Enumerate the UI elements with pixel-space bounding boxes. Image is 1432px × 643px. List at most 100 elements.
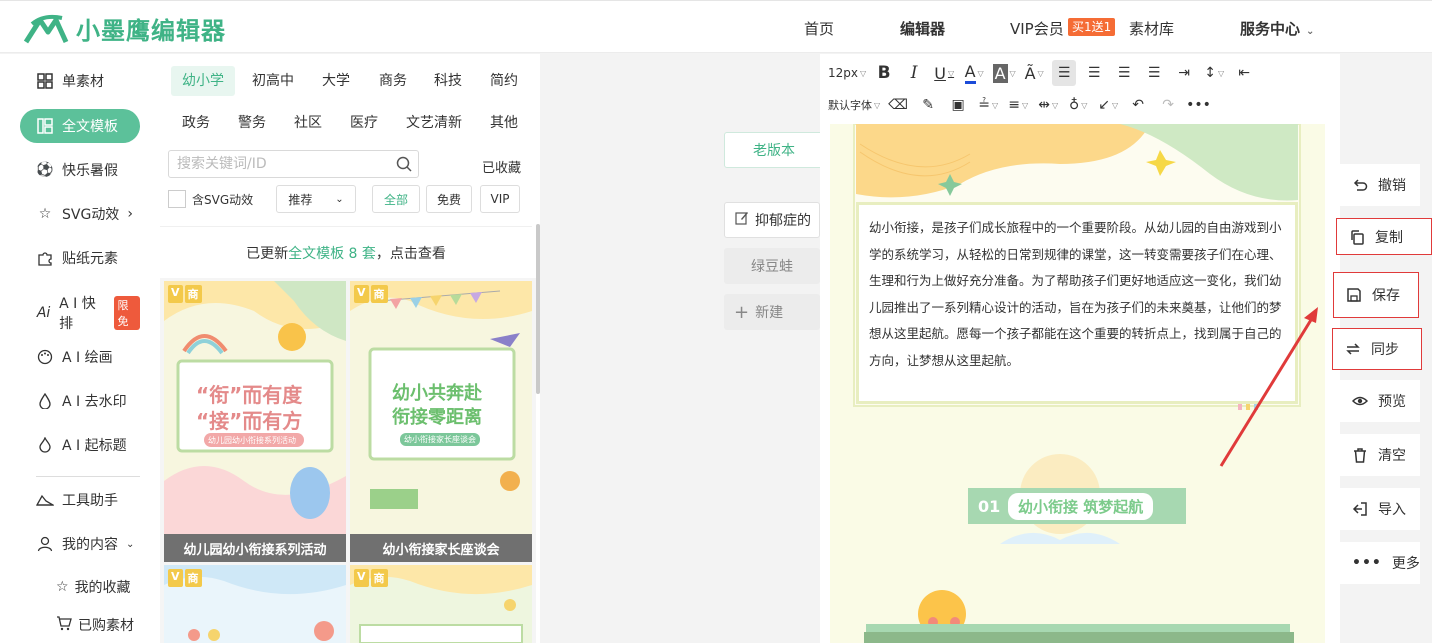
tab-police[interactable]: 警务 <box>227 108 277 138</box>
sort-select[interactable]: 推荐 ⌄ <box>276 185 356 213</box>
align-right-icon[interactable]: ☰ <box>1112 60 1136 86</box>
sidebar-item-mycontent[interactable]: 我的内容 ⌄ <box>20 527 140 561</box>
panel-scrollbar[interactable] <box>536 224 540 394</box>
update-notice[interactable]: 已更新 全文模板 8 套 ，点击查看 <box>160 226 532 278</box>
sidebar-item-sticker[interactable]: 贴纸元素 <box>20 241 140 275</box>
nav-materials[interactable]: 素材库 <box>1129 18 1174 39</box>
bold-icon[interactable]: B <box>872 60 896 86</box>
old-version-button[interactable]: 老版本 <box>724 132 824 168</box>
tab-highschool[interactable]: 初高中 <box>241 66 305 96</box>
nav-service[interactable]: 服务中心 ⌄ <box>1240 18 1314 39</box>
checkbox[interactable] <box>168 190 186 208</box>
undo-action[interactable]: 撤销 <box>1340 164 1420 206</box>
more-action[interactable]: ••• 更多 <box>1340 542 1420 584</box>
undo-icon[interactable]: ↶ <box>1126 92 1150 118</box>
sidebar-item-fulltemplate[interactable]: 全文模板 <box>20 109 140 143</box>
sidebar-item-label: 工具助手 <box>62 493 118 509</box>
italic-icon[interactable]: I <box>902 60 926 86</box>
format-brush-icon[interactable]: ✎ <box>916 92 940 118</box>
align-left-icon[interactable]: ☰ <box>1052 60 1077 86</box>
tab-simple[interactable]: 简约 <box>479 66 529 96</box>
tab-kindergarten[interactable]: 幼小学 <box>171 66 235 96</box>
align-center-icon[interactable]: ☰ <box>1082 60 1106 86</box>
nav-vip[interactable]: VIP会员 <box>1010 18 1064 39</box>
sidebar-subitem-favorites[interactable]: ☆ 我的收藏 <box>56 577 131 597</box>
align-justify-icon[interactable]: ☰ <box>1142 60 1166 86</box>
more-icon[interactable]: ••• <box>1186 92 1211 118</box>
sidebar-item-ai-title[interactable]: A I 起标题 <box>20 428 140 462</box>
body-text-block[interactable]: 幼小衔接，是孩子们成长旅程中的一个重要阶段。从幼儿园的自由游戏到小学的系统学习，… <box>856 202 1298 404</box>
underline-icon[interactable]: U ▽ <box>932 60 956 86</box>
filter-all[interactable]: 全部 <box>372 185 420 213</box>
image-icon[interactable]: ▣ <box>946 92 970 118</box>
spacing-icon[interactable]: ≟ ▽ <box>976 92 1000 118</box>
trash-icon <box>1354 448 1366 463</box>
template-card[interactable]: “衔”而有度 “接”而有方 幼儿园幼小衔接系列活动 V商 幼儿园幼小衔接系列活动 <box>164 281 346 562</box>
tab-community[interactable]: 社区 <box>283 108 333 138</box>
sidebar-item-tools[interactable]: 工具助手 <box>20 483 140 517</box>
doc-item[interactable]: 抑郁症的 <box>724 202 820 238</box>
template-card[interactable]: V商 <box>350 565 532 643</box>
search-icon[interactable] <box>396 156 412 172</box>
preview-action[interactable]: 预览 <box>1340 380 1420 422</box>
template-card[interactable]: 幼小共奔赴 衔接零距离 幼小衔接家长座谈会 V商 幼小衔接家长座谈会 <box>350 281 532 562</box>
text-effect-icon[interactable]: Ã ▽ <box>1022 60 1046 86</box>
sidebar-item-single[interactable]: 单素材 <box>20 64 140 98</box>
paragraph-spacing-icon[interactable]: ≡ ▽ <box>1006 92 1030 118</box>
nav-home[interactable]: 首页 <box>804 18 834 39</box>
tab-literary[interactable]: 文艺清新 <box>395 108 473 138</box>
indent-spacing-icon[interactable]: ⇹ ▽ <box>1036 92 1060 118</box>
filter-vip[interactable]: VIP <box>480 185 520 213</box>
tab-other[interactable]: 其他 <box>479 108 529 138</box>
exit-icon[interactable]: ⇤ <box>1232 60 1256 86</box>
logo[interactable]: 小墨鹰编辑器 <box>22 11 226 46</box>
chevron-down-icon: ⌄ <box>126 538 135 550</box>
save-action[interactable]: 保存 <box>1333 272 1419 318</box>
svg-filter-checkbox[interactable]: 含SVG动效 <box>168 190 253 208</box>
font-color-icon[interactable]: A ▽ <box>962 60 986 86</box>
line-height-icon[interactable]: ↕ ▽ <box>1202 60 1226 86</box>
template-card[interactable]: V商 <box>164 565 346 643</box>
search-input[interactable] <box>168 150 419 178</box>
indent-icon[interactable]: ⇥ <box>1172 60 1196 86</box>
sidebar-item-label: 贴纸元素 <box>62 251 118 267</box>
sidebar-item-svg[interactable]: ☆ SVG动效 › <box>20 197 140 231</box>
editor-canvas[interactable]: 幼小衔接，是孩子们成长旅程中的一个重要阶段。从幼儿园的自由游戏到小学的系统学习，… <box>830 124 1325 643</box>
eraser-icon[interactable]: ⌫ <box>886 92 910 118</box>
import-action[interactable]: 导入 <box>1340 488 1420 530</box>
redo-icon[interactable]: ↷ <box>1156 92 1180 118</box>
chevron-down-icon: ⌄ <box>1306 26 1315 37</box>
copy-action[interactable]: 复制 <box>1336 218 1432 255</box>
collected-link[interactable]: 已收藏 <box>482 157 521 176</box>
sidebar-item-ai-layout[interactable]: Ai A I 快排 限免 <box>20 296 140 332</box>
left-sidebar: 单素材 全文模板 ⚽ 快乐暑假 ☆ SVG动效 › 贴纸元素 Ai A I 快排… <box>0 54 160 643</box>
commercial-badge: V商 <box>168 569 202 587</box>
font-family-select[interactable]: 默认字体 ▽ <box>828 92 880 118</box>
font-size-select[interactable]: 12px ▽ <box>828 60 866 86</box>
nav-editor[interactable]: 编辑器 <box>900 18 945 39</box>
eagle-logo-icon <box>23 14 69 43</box>
arrow-icon[interactable]: ↙ ▽ <box>1096 92 1120 118</box>
vip-promo-badge: 买1送1 <box>1068 18 1116 36</box>
tab-business[interactable]: 商务 <box>368 66 418 96</box>
highlight-icon[interactable]: A ▽ <box>992 60 1016 86</box>
free-badge: 限免 <box>113 296 140 330</box>
bulb-icon[interactable]: ♁ ▽ <box>1066 92 1090 118</box>
tab-government[interactable]: 政务 <box>171 108 221 138</box>
sync-action[interactable]: 同步 <box>1332 328 1422 370</box>
sidebar-subitem-purchased[interactable]: 已购素材 <box>56 615 134 635</box>
cart-icon <box>56 615 72 635</box>
tab-tech[interactable]: 科技 <box>423 66 473 96</box>
doc-item[interactable]: 绿豆蛙 <box>724 248 820 284</box>
tab-university[interactable]: 大学 <box>311 66 361 96</box>
section-heading[interactable]: 01 幼小衔接 筑梦起航 <box>968 488 1186 524</box>
droplet-icon <box>36 392 54 410</box>
eye-icon <box>1352 396 1368 406</box>
clear-action[interactable]: 清空 <box>1340 434 1420 476</box>
tab-medical[interactable]: 医疗 <box>339 108 389 138</box>
sidebar-item-summer[interactable]: ⚽ 快乐暑假 <box>20 153 140 187</box>
sidebar-item-ai-watermark[interactable]: A I 去水印 <box>20 384 140 418</box>
filter-free[interactable]: 免费 <box>426 185 472 213</box>
new-doc-button[interactable]: + 新建 <box>724 294 820 330</box>
sidebar-item-ai-paint[interactable]: A I 绘画 <box>20 340 140 374</box>
